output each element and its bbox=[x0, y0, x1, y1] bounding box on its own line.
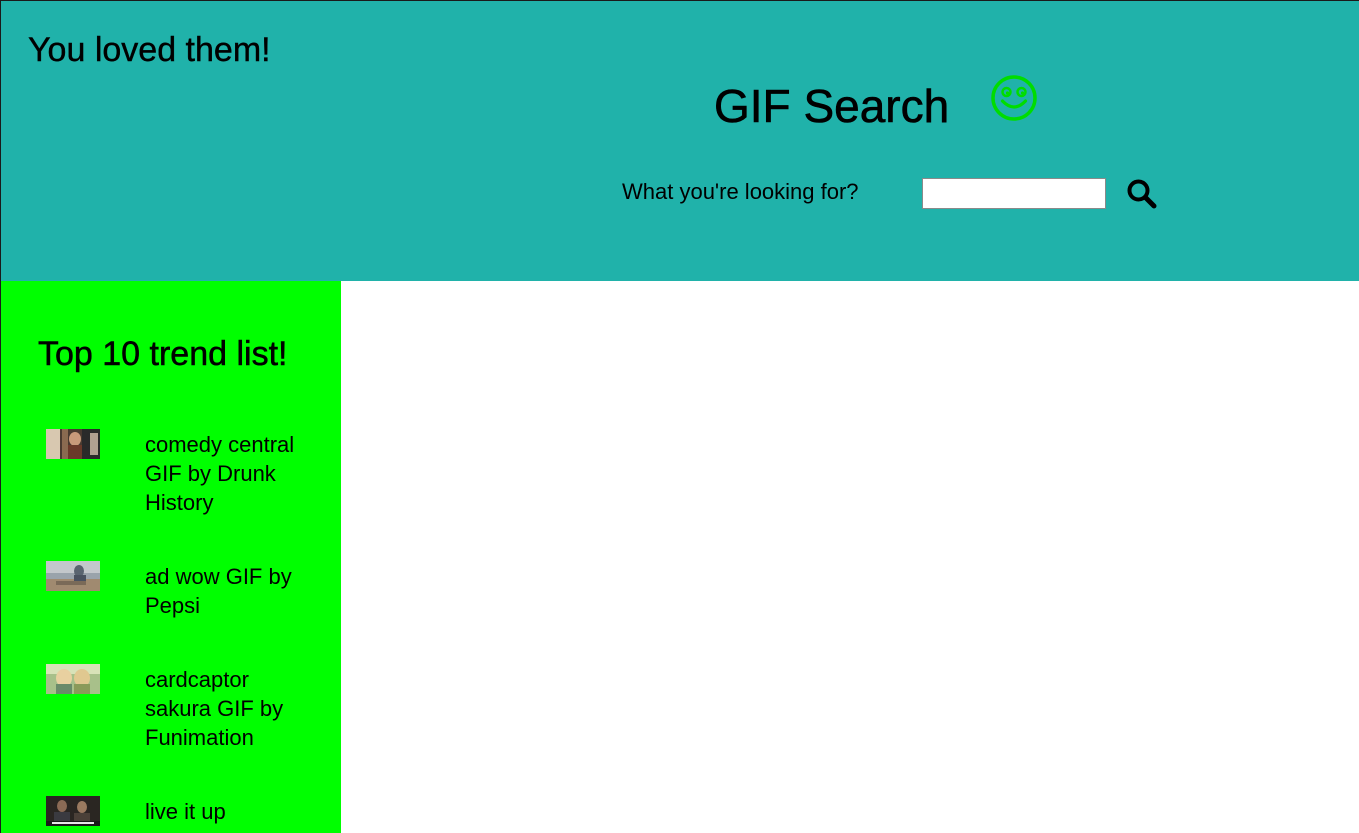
magnifier-icon bbox=[1125, 177, 1159, 211]
trend-item-label[interactable]: ad wow GIF by Pepsi bbox=[145, 562, 295, 620]
page-title: GIF Search bbox=[714, 80, 950, 133]
header: You loved them! GIF Search What you're l… bbox=[0, 0, 1359, 281]
gif-thumbnail[interactable] bbox=[46, 561, 100, 591]
search-button[interactable] bbox=[1125, 177, 1159, 211]
results-area bbox=[341, 281, 1359, 833]
trend-item[interactable]: comedy central GIF by Drunk History bbox=[46, 429, 306, 517]
gif-thumbnail[interactable] bbox=[46, 796, 100, 826]
trend-item[interactable]: live it up bbox=[46, 796, 306, 826]
trend-list-title: Top 10 trend list! bbox=[38, 335, 288, 374]
trend-list: comedy central GIF by Drunk History ad w… bbox=[46, 429, 306, 833]
gif-thumbnail[interactable] bbox=[46, 429, 100, 459]
page: You loved them! GIF Search What you're l… bbox=[0, 0, 1359, 833]
smiley-face-icon bbox=[990, 74, 1038, 122]
trend-item[interactable]: ad wow GIF by Pepsi bbox=[46, 561, 306, 620]
search-label: What you're looking for? bbox=[622, 179, 859, 204]
trend-sidebar: Top 10 trend list! comedy central GIF by… bbox=[0, 281, 341, 833]
loved-gifs-title: You loved them! bbox=[28, 31, 271, 69]
trend-item-label[interactable]: live it up bbox=[145, 797, 295, 826]
search-input[interactable] bbox=[922, 178, 1106, 209]
trend-item-label[interactable]: comedy central GIF by Drunk History bbox=[145, 430, 295, 517]
trend-item[interactable]: cardcaptor sakura GIF by Funimation bbox=[46, 664, 306, 752]
gif-thumbnail[interactable] bbox=[46, 664, 100, 694]
trend-item-label[interactable]: cardcaptor sakura GIF by Funimation bbox=[145, 665, 295, 752]
